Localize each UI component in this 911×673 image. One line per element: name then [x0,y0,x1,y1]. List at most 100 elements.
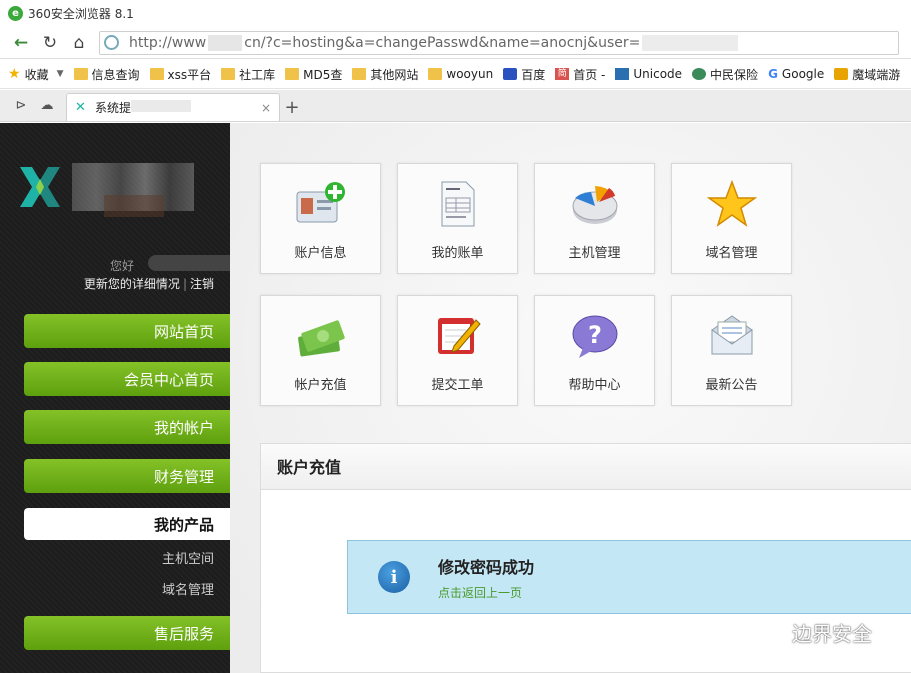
tile-host-management[interactable]: 主机管理 [534,163,655,274]
pie-chart-icon [572,186,617,224]
leaf-icon [692,68,707,80]
question-bubble-icon: ? [572,315,617,358]
svg-text:?: ? [588,321,602,349]
star-icon [706,180,757,227]
redacted-username [148,255,238,271]
browser-logo-icon: e [8,6,23,21]
redacted-tab-title [131,100,192,112]
menu-my-products[interactable]: 我的产品 [24,508,230,540]
redacted-user [642,34,739,51]
bookmark-item[interactable]: 百度 [503,66,545,83]
folder-icon [428,68,443,80]
plus-icon: + [284,96,300,118]
bookmark-label: Google [781,67,825,81]
bookmark-label: 百度 [521,67,546,82]
menu-member-home[interactable]: 会员中心首页 [24,362,230,396]
tile-label: 最新公告 [705,378,758,393]
menu-my-account[interactable]: 我的帐户 [24,410,230,444]
bookmark-item[interactable]: Unicode [615,67,682,81]
bookmark-item[interactable]: 其他网站 [352,66,418,83]
site-logo-icon [20,167,60,207]
tab-active[interactable]: ✕ 系统提 × [66,93,280,121]
bookmark-label: 社工库 [239,67,276,82]
submenu-hosting[interactable]: 主机空间 [162,548,214,567]
sidebar-toggle-button[interactable]: ⊳ [8,91,34,119]
tile-label: 帐户充值 [294,378,347,393]
url-input[interactable]: http://www cn/?c=hosting&a=changePasswd&… [99,30,899,55]
star-icon: ★ [8,66,21,82]
bookmark-item[interactable]: MD5查 [285,66,342,83]
folder-icon [73,68,88,80]
close-tab-icon[interactable]: × [261,101,271,115]
tile-domain-management[interactable]: 域名管理 [671,163,792,274]
tab-label: 系统提 [95,101,132,115]
home-button[interactable]: ⌂ [66,30,92,56]
jian-icon: 简 [555,68,570,80]
bookmark-label: 信息查询 [91,67,140,82]
bookmark-label: 其他网站 [370,67,419,82]
tile-help-center[interactable]: ? 帮助中心 [534,295,655,406]
bookmark-favorites[interactable]: ★ 收藏 ▼ [8,66,64,83]
window-title: 360安全浏览器 8.1 [28,7,134,21]
folder-icon [285,68,300,80]
folder-icon [149,68,164,80]
url-path: cn/?c=hosting&a=changePasswd&name=anocnj… [244,34,641,51]
tile-label: 账户信息 [294,246,347,261]
back-button[interactable]: ← [8,30,34,56]
unicode-icon [615,68,630,80]
submenu-domain[interactable]: 域名管理 [162,579,214,598]
bookmark-item[interactable]: 简首页 - [555,66,605,83]
panel-title: 账户充值 [261,444,911,490]
folder-icon [221,68,236,80]
bookmark-item[interactable]: 信息查询 [73,66,140,83]
money-icon [297,320,345,357]
game-icon [834,68,849,80]
google-icon: G [768,67,778,81]
tile-label: 提交工单 [431,378,484,393]
baidu-paw-icon [503,68,518,80]
menu-finance[interactable]: 财务管理 [24,459,230,493]
main-content: 账户信息 我的账单 主机管理 域名管理 帐户充值 提交工单 ? 帮助中心 最新公… [230,123,911,673]
info-icon: i [378,561,410,593]
tile-latest-notice[interactable]: 最新公告 [671,295,792,406]
tile-account-recharge[interactable]: 帐户充值 [260,295,381,406]
tile-submit-ticket[interactable]: 提交工单 [397,295,518,406]
tile-label: 我的账单 [431,246,484,261]
back-link[interactable]: 点击返回上一页 [438,584,534,601]
tile-my-bill[interactable]: 我的账单 [397,163,518,274]
window-titlebar: e 360安全浏览器 8.1 [0,0,911,27]
logout-link[interactable]: 注销 [190,277,214,291]
bookmarks-bar: ★ 收藏 ▼ 信息查询 xss平台 社工库 MD5查 其他网站 wooyun 百… [0,60,911,89]
watermark-text: 边界安全 [792,622,872,646]
id-card-add-icon [296,182,345,223]
address-toolbar: ← ↻ ⌂ http://www cn/?c=hosting&a=changeP… [0,27,911,59]
bookmark-item[interactable]: wooyun [428,67,493,81]
chevron-down-icon[interactable]: ▼ [57,69,64,79]
bookmark-label: xss平台 [167,67,212,82]
reload-button[interactable]: ↻ [37,30,63,56]
menu-site-home[interactable]: 网站首页 [24,314,230,348]
menu-after-sales[interactable]: 售后服务 [24,616,230,650]
bookmark-label: Unicode [633,67,683,81]
edit-note-icon [437,318,481,354]
site-favicon-icon: ✕ [75,99,86,115]
sidebar: 您好 更新您的详细情况 | 注销 网站首页 会员中心首页 我的帐户 财务管理 我的产… [0,123,238,673]
bookmark-item[interactable]: G Google [768,67,824,81]
bookmark-item[interactable]: 社工库 [221,66,275,83]
link-separator: | [182,277,187,291]
tile-label: 域名管理 [705,246,758,261]
update-details-link[interactable]: 更新您的详细情况 [84,277,180,291]
cloud-icon: ☁ [40,97,54,113]
bookmark-item[interactable]: 魔域端游 [834,66,900,83]
redacted-site-name-detail [104,195,164,217]
bookmark-item[interactable]: xss平台 [149,66,212,83]
sidebar-toggle-icon: ⊳ [15,97,27,113]
bill-document-icon [441,181,474,227]
tab-bar: ⊳ ☁ ✕ 系统提 × + [0,90,911,122]
bookmark-item[interactable]: 中民保险 [692,66,758,83]
cloud-button[interactable]: ☁ [34,91,60,119]
new-tab-button[interactable]: + [280,93,304,121]
tile-label: 主机管理 [568,246,621,261]
folder-icon [352,68,367,80]
tile-account-info[interactable]: 账户信息 [260,163,381,274]
